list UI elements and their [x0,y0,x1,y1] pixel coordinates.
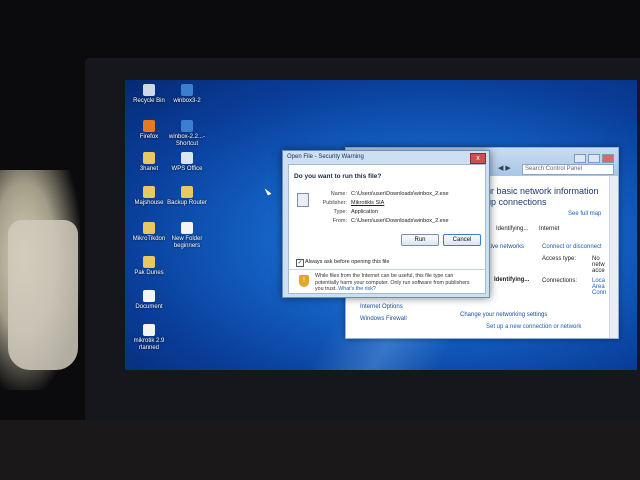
from-label: From: [332,218,347,224]
identifying-label: Identifying... [496,226,529,232]
desktop-icon-backup-router[interactable]: Backup Router [161,186,213,207]
desktop-icon-winbox3-2[interactable]: winbox3-2 [161,84,213,105]
publisher-label: Publisher: [322,200,347,206]
publisher-link[interactable]: Mikrotikls SIA [351,200,384,206]
desktop-icon-wps-office[interactable]: WPS Office [161,152,213,173]
setup-connection-link[interactable]: Set up a new connection or network [486,324,581,330]
desktop-icon-document[interactable]: Document [125,290,175,311]
desktop-icon-label: mikrotik 2.9 rlanned [133,338,165,351]
always-ask-checkbox[interactable]: ✓ [296,259,304,267]
dialog-content: Do you want to run this file? Name: C:\U… [288,164,486,294]
desktop-icon-winbox-shortcut[interactable]: winbox-2.2...- Shortcut [161,120,213,148]
run-button[interactable]: Run [401,234,439,246]
search-input[interactable]: Search Control Panel [522,164,614,175]
warning-message: While files from the Internet can be use… [315,273,477,293]
folder-icon [143,256,155,268]
mug-object [8,220,78,370]
connect-disconnect-link[interactable]: Connect or disconnect [542,244,602,250]
cancel-button[interactable]: Cancel [443,234,481,246]
access-type-label: Access type: [542,256,577,262]
desktop-icon-label: winbox-2.2...- Shortcut [168,134,205,147]
folder-icon [143,222,155,234]
connections-label: Connections: [542,278,578,284]
shield-warning-icon: ! [299,275,309,287]
folder-icon [181,186,193,198]
always-ask-label: Always ask before opening this file [305,259,390,265]
scrollbar[interactable] [609,176,618,338]
internet-label: Internet [539,226,560,232]
dialog-close-button[interactable]: x [470,153,486,164]
dialog-divider [289,269,485,270]
minimize-button[interactable] [574,154,586,163]
desktop-icon-new-folder[interactable]: New Folder beginners [161,222,213,250]
desktop-icon-mikrotik-manual[interactable]: mikrotik 2.9 rlanned [125,324,175,352]
wps-office-icon [181,152,193,164]
type-value: Application [351,209,378,215]
dialog-question: Do you want to run this file? [294,173,382,180]
desktop-icon-label: Pak Dunes [134,270,164,276]
winbox-icon [181,84,193,96]
name-label: Name: [330,191,347,197]
security-warning-dialog[interactable]: Open File - Security Warning x Do you wa… [282,150,490,298]
winbox-icon [181,120,193,132]
connections-link[interactable]: Loca Area Conn [592,278,610,296]
whats-the-risk-link[interactable]: What's the risk? [338,286,376,292]
from-value: C:\Users\user\Downloads\winbox_2.exe [351,218,449,224]
desktop-icon-label: Majshouse [134,200,164,206]
desk-surface [0,420,640,480]
desktop-icon-label: winbox3-2 [173,98,201,104]
page-heading-2: up connections [486,197,547,207]
desktop-icon-label: 3hanet [139,166,159,172]
desktop-icon-label: Document [135,304,163,310]
dialog-title: Open File - Security Warning [287,154,364,160]
desktop-icon-label: New Folder beginners [171,236,203,249]
close-button[interactable] [602,154,614,163]
maximize-button[interactable] [588,154,600,163]
identifying-network: Identifying... [494,277,530,283]
internet-options-link[interactable]: Internet Options [360,304,403,310]
nav-arrows[interactable]: ◀ ▶ [498,164,511,172]
change-settings-heading: Change your networking settings [460,312,548,318]
windows-firewall-link[interactable]: Windows Firewall [360,316,407,322]
see-full-map-link[interactable]: See full map [568,211,601,217]
document-icon [143,290,155,302]
active-networks-label: ctive networks [486,244,525,250]
desktop-icon-label: WPS Office [171,166,203,172]
desktop-icon-label: Backup Router [167,200,207,206]
desktop-icon-label: Firefox [139,134,159,140]
type-label: Type: [333,209,347,215]
desktop-icon-pak-dunes[interactable]: Pak Dunes [125,256,175,277]
name-value: C:\Users\user\Downloads\winbox_2.exe [351,191,449,197]
firefox-icon [143,120,155,132]
folder-icon [143,186,155,198]
access-type-value: No netw acce [592,256,605,274]
folder-icon [143,152,155,164]
recycle-bin-icon [143,84,155,96]
document-icon [143,324,155,336]
page-heading: ur basic network information [486,186,599,196]
document-icon [181,222,193,234]
